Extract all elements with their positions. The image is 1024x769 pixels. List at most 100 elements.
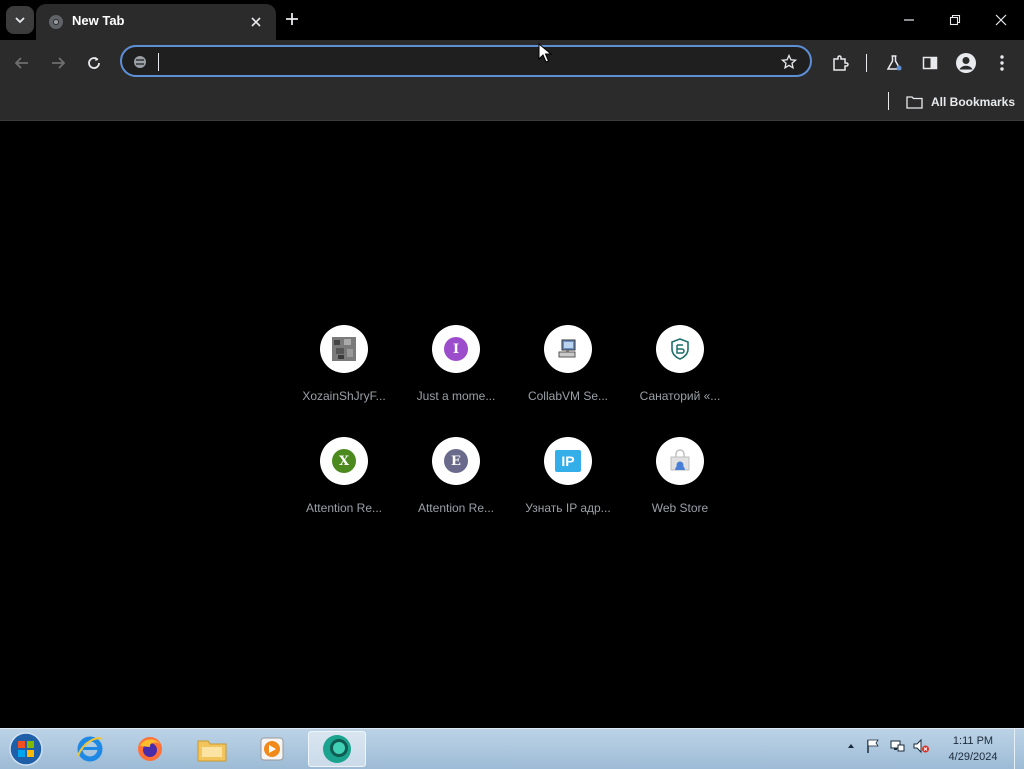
chrome-favicon-icon (48, 14, 64, 30)
shortcut-icon-wrap (544, 325, 592, 373)
shortcut-icon-wrap (656, 437, 704, 485)
flask-icon (886, 55, 902, 71)
forward-button[interactable] (46, 51, 70, 75)
taskbar-firefox[interactable] (122, 731, 178, 767)
network-icon (890, 740, 905, 752)
arrow-right-icon (52, 57, 66, 69)
taskbar-file-explorer[interactable] (184, 731, 240, 767)
volume-tray[interactable] (912, 737, 930, 755)
kebab-menu-icon (1000, 55, 1004, 71)
internet-explorer-icon (77, 736, 103, 762)
computer-icon (558, 339, 576, 358)
shortcut-icon-wrap: I (432, 325, 480, 373)
system-clock[interactable]: 1:11 PM 4/29/2024 (940, 733, 1006, 765)
shortcut-tile[interactable]: IP Узнать IP адр... (512, 437, 624, 549)
shortcut-label: Web Store (651, 501, 709, 515)
taskbar-media-player[interactable] (244, 731, 300, 767)
shortcut-icon-wrap: IP (544, 437, 592, 485)
taskbar-internet-explorer[interactable] (62, 731, 118, 767)
shortcut-icon-wrap: E (432, 437, 480, 485)
shortcut-tile[interactable]: E Attention Re... (400, 437, 512, 549)
clock-time: 1:11 PM (952, 735, 994, 747)
labs-button[interactable] (882, 51, 906, 75)
all-bookmarks-button[interactable]: All Bookmarks (906, 91, 1015, 113)
chevron-up-icon (848, 744, 854, 748)
mouse-pointer-icon (538, 43, 552, 63)
tab-title: New Tab (72, 13, 125, 28)
pixel-thumbnail-icon (332, 337, 356, 361)
new-tab-button[interactable] (281, 8, 303, 30)
close-icon (995, 14, 1007, 26)
restore-button[interactable] (943, 8, 967, 32)
show-desktop-button[interactable] (1014, 729, 1024, 769)
shortcut-icon-wrap (656, 325, 704, 373)
address-bar[interactable] (120, 45, 812, 77)
avatar-icon (956, 53, 976, 73)
menu-button[interactable] (990, 51, 1014, 75)
address-input[interactable] (156, 51, 780, 73)
shortcut-tile[interactable]: XozainShJryF... (288, 325, 400, 437)
clock-date: 4/29/2024 (948, 751, 998, 763)
chevron-down-icon (15, 17, 25, 24)
letter-icon: X (332, 449, 356, 473)
reload-icon (88, 57, 100, 69)
close-tab-icon[interactable] (246, 12, 266, 32)
folder-icon (197, 740, 227, 762)
network-tray[interactable] (888, 737, 906, 755)
shortcut-tile[interactable]: X Attention Re... (288, 437, 400, 549)
minimize-button[interactable] (897, 8, 921, 32)
taskbar-chrome[interactable] (308, 731, 366, 767)
text-cursor (158, 53, 159, 71)
restore-icon (949, 14, 961, 26)
shortcut-label: Just a mome... (416, 389, 496, 403)
shortcut-label: Санаторий «... (639, 389, 721, 403)
start-button[interactable] (0, 731, 52, 767)
bookmark-star-icon[interactable] (780, 53, 798, 71)
shield-emblem-icon (671, 338, 689, 360)
shortcut-tile[interactable]: I Just a mome... (400, 325, 512, 437)
shortcut-label: Attention Re... (417, 501, 495, 515)
shortcut-label: XozainShJryF... (302, 389, 386, 403)
media-player-icon (260, 737, 284, 761)
shortcut-icon-wrap (320, 325, 368, 373)
shortcut-tile[interactable]: CollabVM Se... (512, 325, 624, 437)
bookmarks-separator (888, 92, 889, 110)
taskbar: 1:11 PM 4/29/2024 (0, 728, 1024, 769)
toolbar (0, 40, 1024, 86)
shortcut-label: Узнать IP адр... (525, 501, 611, 515)
ip-badge-icon: IP (555, 450, 581, 472)
start-orb-icon (9, 732, 43, 766)
letter-icon: E (444, 449, 468, 473)
firefox-icon (138, 737, 162, 761)
tab-search-button[interactable] (6, 6, 34, 34)
reload-button[interactable] (82, 51, 106, 75)
minimize-icon (904, 19, 914, 21)
chrome-icon (323, 735, 351, 763)
arrow-left-icon (14, 57, 28, 69)
shortcut-label: CollabVM Se... (527, 389, 609, 403)
close-window-button[interactable] (989, 8, 1013, 32)
bookmarks-bar: All Bookmarks (0, 86, 1024, 121)
shortcut-tile[interactable]: Web Store (624, 437, 736, 549)
side-panel-icon (922, 56, 938, 70)
extensions-button[interactable] (828, 51, 852, 75)
page-icon (132, 54, 148, 70)
profile-button[interactable] (954, 51, 978, 75)
puzzle-icon (833, 55, 849, 71)
back-button[interactable] (10, 51, 34, 75)
tab-new-tab[interactable]: New Tab (36, 4, 276, 40)
side-panel-button[interactable] (918, 51, 942, 75)
letter-icon: I (444, 337, 468, 361)
shortcut-tile[interactable]: Санаторий «... (624, 325, 736, 437)
web-store-icon (670, 449, 690, 471)
toolbar-separator (866, 54, 867, 72)
shortcut-icon-wrap: X (320, 437, 368, 485)
plus-icon (286, 13, 298, 25)
folder-icon (906, 96, 923, 109)
action-center-tray[interactable] (864, 737, 882, 755)
volume-muted-icon (913, 738, 929, 754)
show-hidden-icons[interactable] (842, 737, 860, 755)
all-bookmarks-label: All Bookmarks (931, 95, 1016, 109)
shortcut-label: Attention Re... (305, 501, 383, 515)
tab-strip: New Tab (0, 0, 1024, 40)
